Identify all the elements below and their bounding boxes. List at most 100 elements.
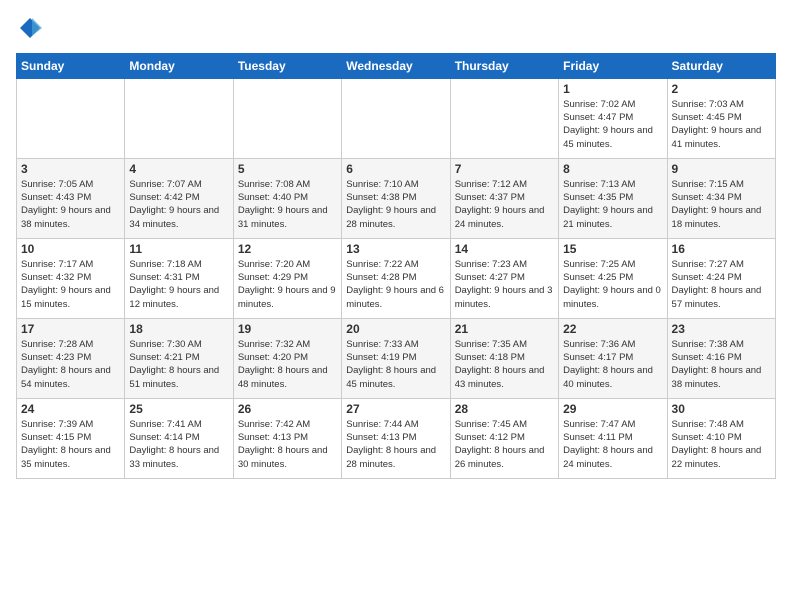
day-info: Sunrise: 7:25 AM Sunset: 4:25 PM Dayligh… <box>563 258 662 311</box>
column-header-monday: Monday <box>125 53 233 78</box>
day-info: Sunrise: 7:32 AM Sunset: 4:20 PM Dayligh… <box>238 338 337 391</box>
day-number: 12 <box>238 242 337 256</box>
day-info: Sunrise: 7:38 AM Sunset: 4:16 PM Dayligh… <box>672 338 771 391</box>
calendar-cell: 23 Sunrise: 7:38 AM Sunset: 4:16 PM Dayli… <box>667 318 775 398</box>
day-number: 5 <box>238 162 337 176</box>
day-info: Sunrise: 7:48 AM Sunset: 4:10 PM Dayligh… <box>672 418 771 471</box>
calendar-cell: 10 Sunrise: 7:17 AM Sunset: 4:32 PM Dayli… <box>17 238 125 318</box>
day-info: Sunrise: 7:20 AM Sunset: 4:29 PM Dayligh… <box>238 258 337 311</box>
calendar-week-row: 10 Sunrise: 7:17 AM Sunset: 4:32 PM Dayli… <box>17 238 776 318</box>
calendar-cell: 7 Sunrise: 7:12 AM Sunset: 4:37 PM Daylig… <box>450 158 558 238</box>
calendar-week-row: 24 Sunrise: 7:39 AM Sunset: 4:15 PM Dayli… <box>17 398 776 478</box>
day-info: Sunrise: 7:47 AM Sunset: 4:11 PM Dayligh… <box>563 418 662 471</box>
column-header-thursday: Thursday <box>450 53 558 78</box>
calendar-cell: 27 Sunrise: 7:44 AM Sunset: 4:13 PM Dayli… <box>342 398 450 478</box>
calendar-cell <box>450 78 558 158</box>
day-info: Sunrise: 7:17 AM Sunset: 4:32 PM Dayligh… <box>21 258 120 311</box>
day-info: Sunrise: 7:08 AM Sunset: 4:40 PM Dayligh… <box>238 178 337 231</box>
calendar-cell: 21 Sunrise: 7:35 AM Sunset: 4:18 PM Dayli… <box>450 318 558 398</box>
logo <box>16 16 42 45</box>
day-number: 29 <box>563 402 662 416</box>
calendar-cell: 29 Sunrise: 7:47 AM Sunset: 4:11 PM Dayli… <box>559 398 667 478</box>
day-number: 21 <box>455 322 554 336</box>
day-number: 16 <box>672 242 771 256</box>
day-number: 8 <box>563 162 662 176</box>
calendar-cell: 9Sunrise: 7:15 AM Sunset: 4:34 PM Daylig… <box>667 158 775 238</box>
day-info: Sunrise: 7:12 AM Sunset: 4:37 PM Dayligh… <box>455 178 554 231</box>
column-header-saturday: Saturday <box>667 53 775 78</box>
day-number: 28 <box>455 402 554 416</box>
day-info: Sunrise: 7:23 AM Sunset: 4:27 PM Dayligh… <box>455 258 554 311</box>
day-info: Sunrise: 7:41 AM Sunset: 4:14 PM Dayligh… <box>129 418 228 471</box>
day-info: Sunrise: 7:05 AM Sunset: 4:43 PM Dayligh… <box>21 178 120 231</box>
column-header-wednesday: Wednesday <box>342 53 450 78</box>
day-number: 2 <box>672 82 771 96</box>
day-number: 4 <box>129 162 228 176</box>
calendar-cell <box>342 78 450 158</box>
calendar-cell: 6Sunrise: 7:10 AM Sunset: 4:38 PM Daylig… <box>342 158 450 238</box>
day-number: 18 <box>129 322 228 336</box>
day-number: 27 <box>346 402 445 416</box>
calendar-cell: 14 Sunrise: 7:23 AM Sunset: 4:27 PM Dayli… <box>450 238 558 318</box>
calendar-cell <box>17 78 125 158</box>
day-number: 10 <box>21 242 120 256</box>
day-info: Sunrise: 7:13 AM Sunset: 4:35 PM Dayligh… <box>563 178 662 231</box>
day-number: 14 <box>455 242 554 256</box>
calendar-table: SundayMondayTuesdayWednesdayThursdayFrid… <box>16 53 776 479</box>
day-info: Sunrise: 7:44 AM Sunset: 4:13 PM Dayligh… <box>346 418 445 471</box>
day-number: 13 <box>346 242 445 256</box>
calendar-week-row: 3 Sunrise: 7:05 AM Sunset: 4:43 PM Daylig… <box>17 158 776 238</box>
logo-text <box>16 16 42 45</box>
calendar-cell: 11 Sunrise: 7:18 AM Sunset: 4:31 PM Dayli… <box>125 238 233 318</box>
day-info: Sunrise: 7:27 AM Sunset: 4:24 PM Dayligh… <box>672 258 771 311</box>
calendar-cell: 17 Sunrise: 7:28 AM Sunset: 4:23 PM Dayli… <box>17 318 125 398</box>
calendar-cell: 19Sunrise: 7:32 AM Sunset: 4:20 PM Dayli… <box>233 318 341 398</box>
day-info: Sunrise: 7:35 AM Sunset: 4:18 PM Dayligh… <box>455 338 554 391</box>
day-number: 11 <box>129 242 228 256</box>
day-info: Sunrise: 7:30 AM Sunset: 4:21 PM Dayligh… <box>129 338 228 391</box>
page-header <box>16 16 776 45</box>
calendar-header-row: SundayMondayTuesdayWednesdayThursdayFrid… <box>17 53 776 78</box>
day-info: Sunrise: 7:39 AM Sunset: 4:15 PM Dayligh… <box>21 418 120 471</box>
day-info: Sunrise: 7:02 AM Sunset: 4:47 PM Dayligh… <box>563 98 662 151</box>
calendar-cell: 25 Sunrise: 7:41 AM Sunset: 4:14 PM Dayli… <box>125 398 233 478</box>
day-number: 22 <box>563 322 662 336</box>
day-number: 1 <box>563 82 662 96</box>
day-number: 17 <box>21 322 120 336</box>
day-info: Sunrise: 7:07 AM Sunset: 4:42 PM Dayligh… <box>129 178 228 231</box>
calendar-cell: 16 Sunrise: 7:27 AM Sunset: 4:24 PM Dayli… <box>667 238 775 318</box>
calendar-cell: 12 Sunrise: 7:20 AM Sunset: 4:29 PM Dayli… <box>233 238 341 318</box>
logo-icon <box>18 16 42 40</box>
day-number: 26 <box>238 402 337 416</box>
day-number: 15 <box>563 242 662 256</box>
day-info: Sunrise: 7:36 AM Sunset: 4:17 PM Dayligh… <box>563 338 662 391</box>
column-header-tuesday: Tuesday <box>233 53 341 78</box>
day-number: 3 <box>21 162 120 176</box>
day-number: 25 <box>129 402 228 416</box>
day-info: Sunrise: 7:22 AM Sunset: 4:28 PM Dayligh… <box>346 258 445 311</box>
day-number: 24 <box>21 402 120 416</box>
calendar-cell: 22 Sunrise: 7:36 AM Sunset: 4:17 PM Dayli… <box>559 318 667 398</box>
calendar-cell <box>233 78 341 158</box>
calendar-cell: 18 Sunrise: 7:30 AM Sunset: 4:21 PM Dayli… <box>125 318 233 398</box>
day-info: Sunrise: 7:28 AM Sunset: 4:23 PM Dayligh… <box>21 338 120 391</box>
calendar-cell: 26 Sunrise: 7:42 AM Sunset: 4:13 PM Dayli… <box>233 398 341 478</box>
day-info: Sunrise: 7:18 AM Sunset: 4:31 PM Dayligh… <box>129 258 228 311</box>
calendar-week-row: 17 Sunrise: 7:28 AM Sunset: 4:23 PM Dayli… <box>17 318 776 398</box>
column-header-sunday: Sunday <box>17 53 125 78</box>
calendar-week-row: 1 Sunrise: 7:02 AM Sunset: 4:47 PM Daylig… <box>17 78 776 158</box>
day-number: 23 <box>672 322 771 336</box>
day-number: 30 <box>672 402 771 416</box>
day-number: 6 <box>346 162 445 176</box>
calendar-cell <box>125 78 233 158</box>
calendar-cell: 15 Sunrise: 7:25 AM Sunset: 4:25 PM Dayli… <box>559 238 667 318</box>
calendar-cell: 30 Sunrise: 7:48 AM Sunset: 4:10 PM Dayli… <box>667 398 775 478</box>
day-info: Sunrise: 7:03 AM Sunset: 4:45 PM Dayligh… <box>672 98 771 151</box>
calendar-cell: 5 Sunrise: 7:08 AM Sunset: 4:40 PM Daylig… <box>233 158 341 238</box>
day-info: Sunrise: 7:33 AM Sunset: 4:19 PM Dayligh… <box>346 338 445 391</box>
calendar-cell: 4 Sunrise: 7:07 AM Sunset: 4:42 PM Daylig… <box>125 158 233 238</box>
day-info: Sunrise: 7:15 AM Sunset: 4:34 PM Dayligh… <box>672 178 771 231</box>
day-info: Sunrise: 7:42 AM Sunset: 4:13 PM Dayligh… <box>238 418 337 471</box>
calendar-cell: 3 Sunrise: 7:05 AM Sunset: 4:43 PM Daylig… <box>17 158 125 238</box>
day-number: 7 <box>455 162 554 176</box>
